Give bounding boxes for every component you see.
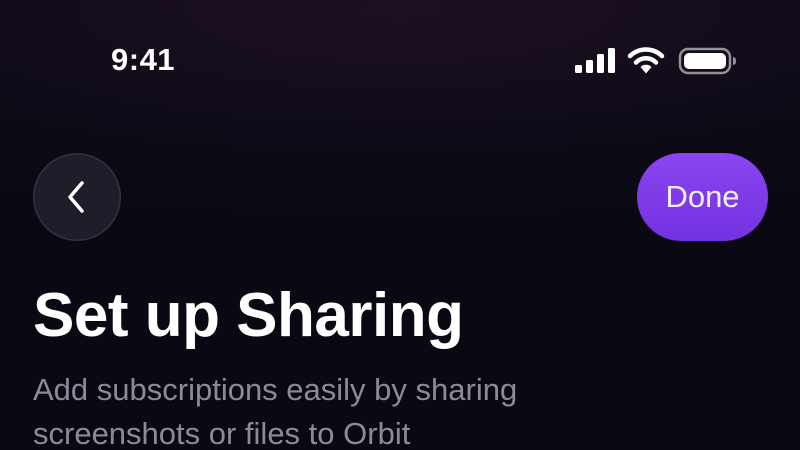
page-title: Set up Sharing <box>33 281 464 350</box>
setup-sharing-screen: 9:41 Done Set up Sharing Add subscriptio… <box>0 0 800 450</box>
status-bar-icons <box>572 45 742 77</box>
status-bar-time: 9:41 <box>111 42 176 77</box>
back-button[interactable] <box>33 153 121 241</box>
wifi-icon <box>627 47 665 74</box>
page-subtitle-line-2: screenshots or files to Orbit <box>33 416 411 450</box>
page-subtitle-line-1: Add subscriptions easily by sharing <box>33 372 518 407</box>
cellular-signal-icon <box>575 48 615 73</box>
battery-icon <box>678 47 736 75</box>
done-button[interactable]: Done <box>637 153 768 241</box>
page-subtitle: Add subscriptions easily by sharing scre… <box>33 368 633 450</box>
chevron-left-icon <box>68 181 84 213</box>
